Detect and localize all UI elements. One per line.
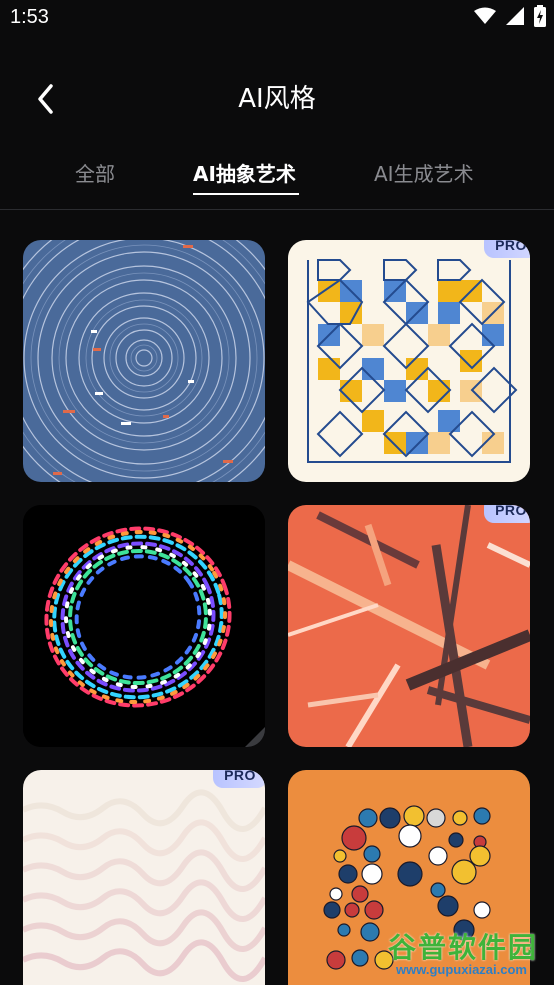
pro-badge: PRO bbox=[484, 505, 530, 523]
artwork-thumbnail bbox=[23, 770, 265, 985]
status-bar: 1:53 bbox=[0, 0, 554, 36]
divider bbox=[0, 209, 554, 210]
style-card-blue-circles[interactable] bbox=[23, 240, 265, 482]
watermark-url: www.gupuxiazai.com bbox=[396, 962, 527, 977]
active-tab-indicator bbox=[193, 193, 299, 195]
watermark-logo: 谷普软件园 www.gupuxiazai.com bbox=[384, 926, 550, 982]
artwork-thumbnail bbox=[288, 505, 530, 747]
tab-ai-abstract-art[interactable]: AI抽象艺术 bbox=[193, 158, 296, 187]
pro-badge: PRO bbox=[213, 770, 265, 788]
status-time: 1:53 bbox=[10, 6, 49, 28]
artwork-thumbnail bbox=[23, 505, 265, 747]
watermark-text: 谷普软件园 bbox=[388, 931, 539, 964]
page-title: AI风格 bbox=[238, 84, 316, 114]
tab-bar: 全部 AI抽象艺术 AI生成艺术 bbox=[0, 146, 554, 210]
artwork-thumbnail bbox=[23, 240, 265, 482]
tab-all[interactable]: 全部 bbox=[75, 158, 115, 187]
artwork-thumbnail bbox=[288, 240, 530, 482]
wifi-icon bbox=[474, 7, 496, 29]
style-card-orange-lines[interactable]: PRO bbox=[288, 505, 530, 747]
style-card-geometric-pattern[interactable]: PRO bbox=[288, 240, 530, 482]
signal-icon bbox=[506, 7, 524, 29]
pro-badge: PRO bbox=[484, 240, 530, 258]
tab-ai-generated-art[interactable]: AI生成艺术 bbox=[374, 158, 474, 187]
status-icons bbox=[474, 5, 546, 31]
app-header: AI风格 bbox=[0, 36, 554, 146]
battery-charging-icon bbox=[534, 5, 546, 31]
style-card-white-waves[interactable]: PRO bbox=[23, 770, 265, 985]
style-card-color-ring[interactable] bbox=[23, 505, 265, 747]
